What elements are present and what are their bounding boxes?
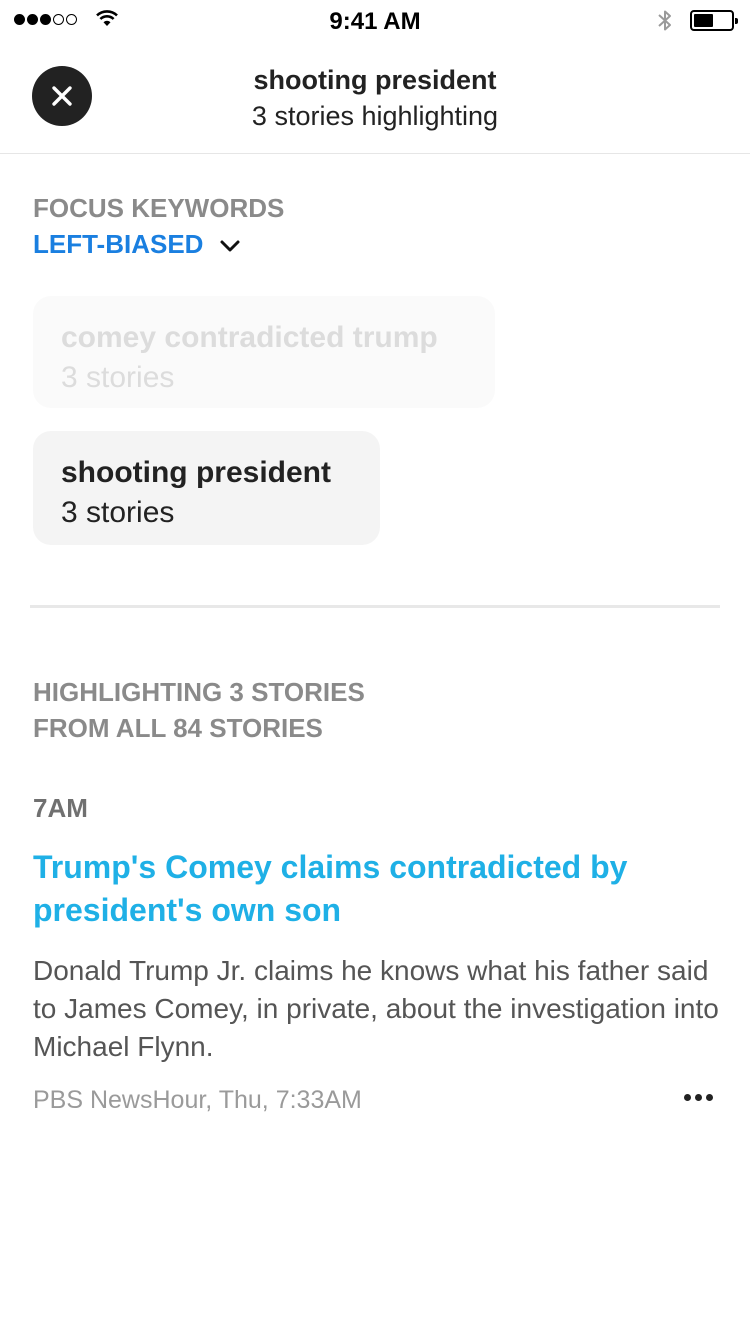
highlighting-summary-line2: FROM ALL 84 STORIES: [33, 713, 323, 743]
page-title: shooting president: [253, 65, 497, 95]
battery-icon: [690, 10, 738, 31]
keyword-chip-shooting-president[interactable]: shooting president 3 stories: [33, 431, 380, 545]
bluetooth-icon: [658, 10, 671, 31]
highlighting-summary-line1: HIGHLIGHTING 3 STORIES: [33, 677, 365, 707]
bias-dropdown-label: LEFT-BIASED: [33, 229, 204, 259]
header: shooting president 3 stories highlightin…: [0, 40, 750, 154]
story-source-meta: PBS NewsHour, Thu, 7:33AM: [33, 1086, 362, 1114]
keyword-chip-count: 3 stories: [61, 361, 175, 394]
chevron-down-icon: [220, 240, 240, 251]
status-time: 9:41 AM: [329, 8, 421, 35]
keyword-chip-comey-contradicted-trump[interactable]: comey contradicted trump 3 stories: [33, 296, 495, 408]
bias-dropdown[interactable]: LEFT-BIASED: [33, 229, 241, 260]
page-subtitle: 3 stories highlighting: [251, 101, 499, 131]
story-summary: Donald Trump Jr. claims he knows what hi…: [33, 955, 719, 1062]
keyword-chip-title: shooting president: [61, 456, 331, 489]
focus-keywords-label: FOCUS KEYWORDS: [33, 193, 285, 223]
keyword-chip-count: 3 stories: [61, 496, 175, 529]
time-group-label: 7AM: [33, 793, 88, 823]
section-divider: [30, 605, 720, 608]
more-dots-icon: [684, 1094, 691, 1101]
more-options-button[interactable]: [684, 1094, 713, 1101]
status-bar: 9:41 AM: [0, 0, 750, 40]
story-title-link[interactable]: Trump's Comey claims contradicted by pre…: [33, 846, 713, 932]
keyword-chip-title: comey contradicted trump: [61, 321, 438, 354]
